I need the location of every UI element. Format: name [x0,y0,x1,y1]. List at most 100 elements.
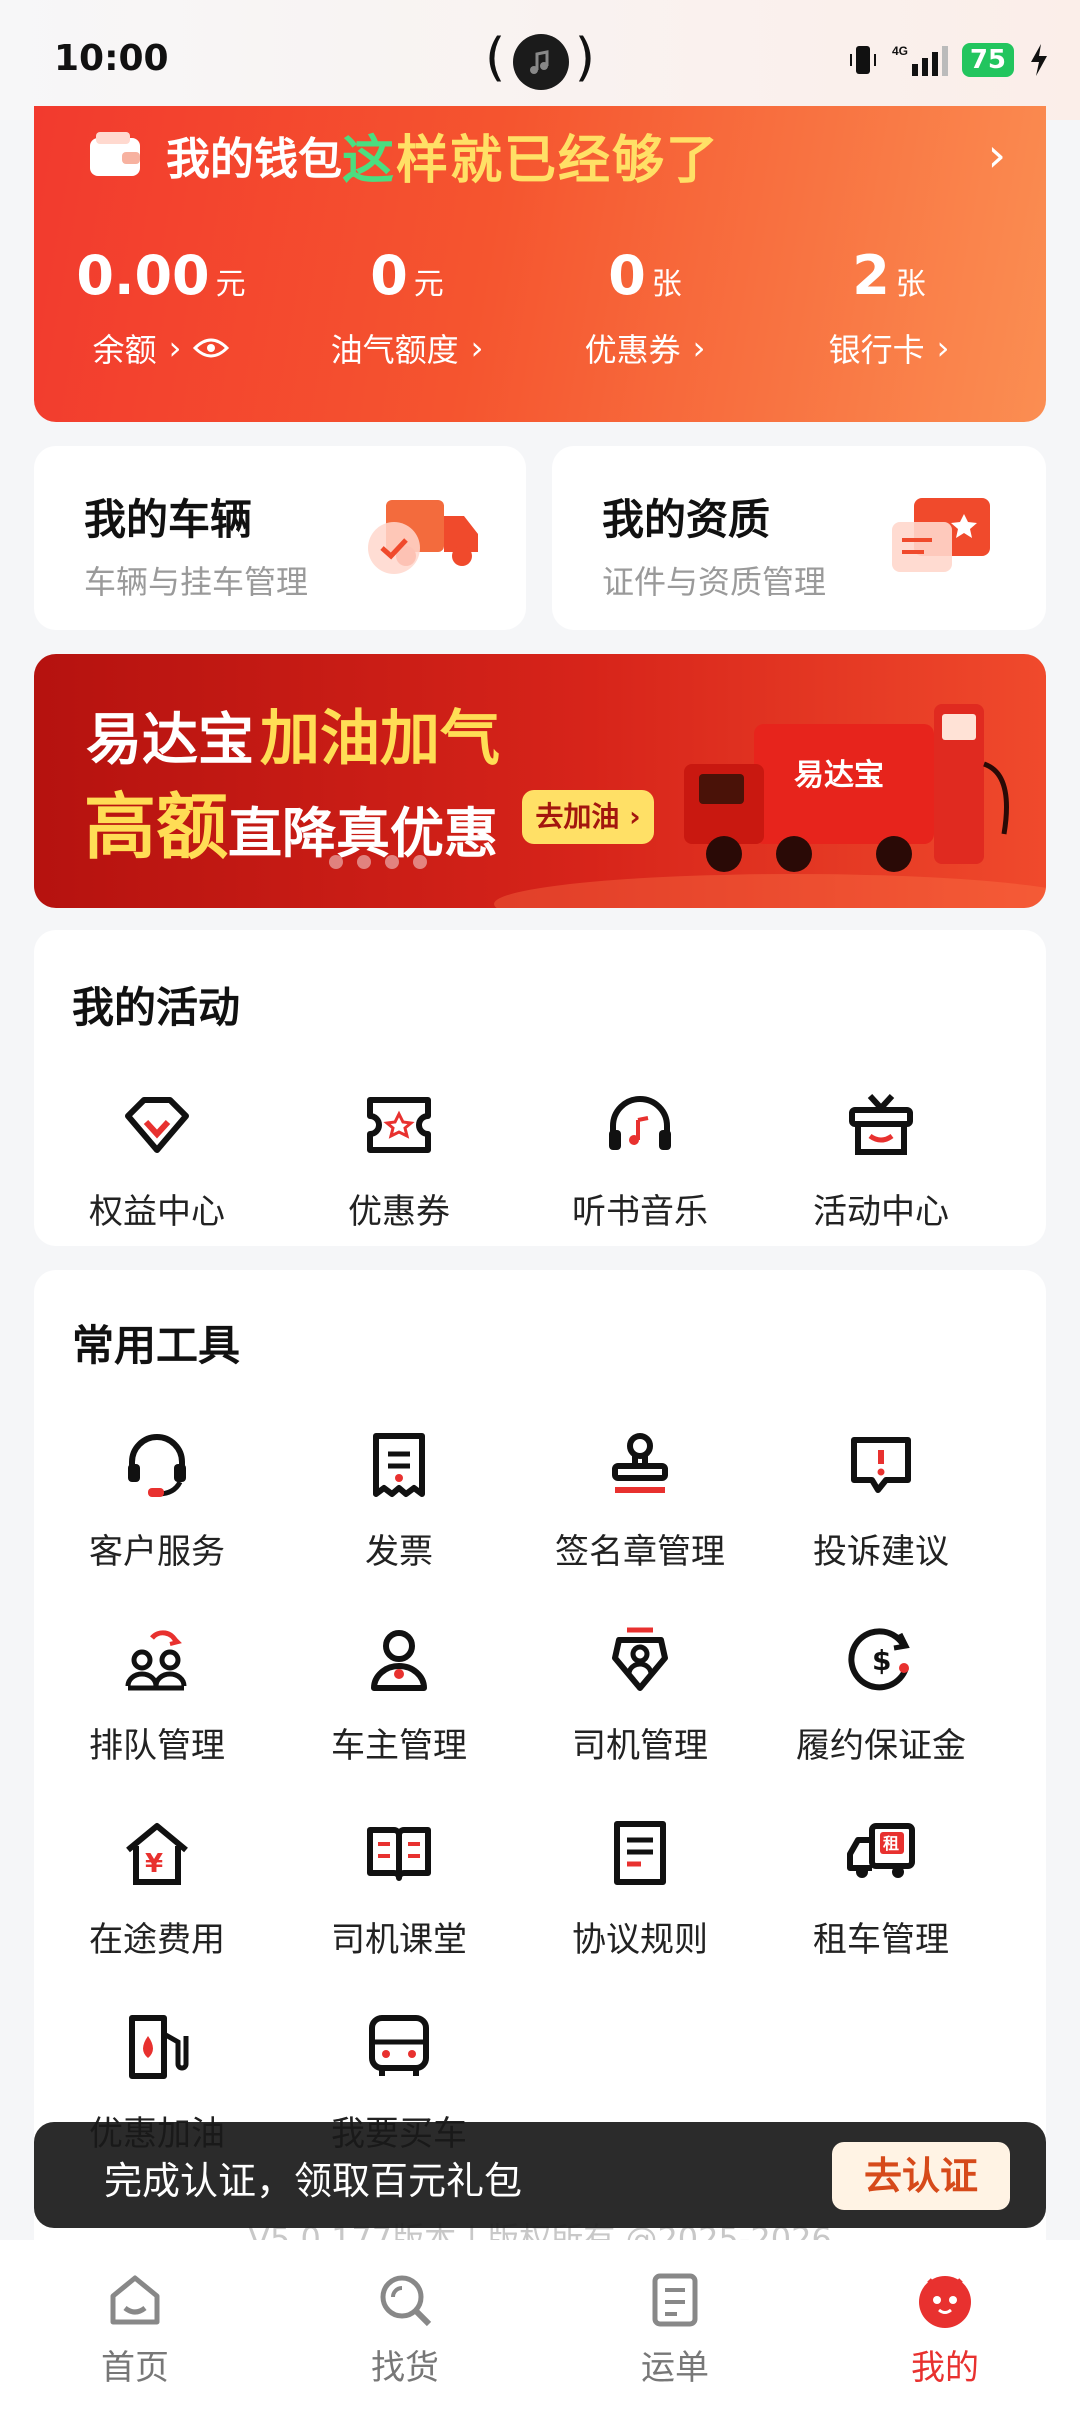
waybill-icon [652,2273,698,2327]
charging-icon [1031,44,1047,76]
tool-label: 车主管理 [331,1726,467,1766]
wallet-header[interactable]: 我的钱包 这样就已经够了 [88,120,721,191]
tool-label: 发票 [365,1532,433,1572]
my-qualifications-title: 我的资质 [602,495,771,544]
my-vehicles-card[interactable]: 我的车辆 车辆与挂车管理 [34,446,526,630]
tool-driver-classroom[interactable]: 司机课堂 [279,1818,519,1961]
tab-home[interactable]: 首页 [35,2270,235,2389]
balance-label: 余额 [92,331,157,369]
wallet-stat-fuel-credit[interactable]: 0元 油气额度 › [292,244,522,371]
headphones-icon [609,1096,671,1150]
tool-performance-deposit[interactable]: $ 履约保证金 [761,1624,1001,1767]
stamp-icon [612,1433,668,1493]
coupon-icon [367,1097,431,1153]
wallet-slogan-rest: 样就已经够了 [396,130,721,191]
dynamic-island: ( ) [485,28,595,92]
home-icon [110,2275,160,2325]
battery-indicator: 75 [961,43,1014,77]
go-refuel-button[interactable]: 去加油 › [522,790,654,844]
gift-icon [849,1093,913,1155]
tool-owner-management[interactable]: 车主管理 [279,1624,519,1767]
island-bracket-left: ( [485,28,506,88]
coupons-label: 优惠券 [584,331,681,369]
customer-service-icon [128,1434,186,1497]
balance-value: 0.00 [76,244,210,307]
banner-truck-brand: 易达宝 [794,758,884,793]
expense-icon: ¥ [126,1823,188,1885]
tab-waybill[interactable]: 运单 [575,2270,775,2389]
fuel-credit-unit: 元 [413,267,444,302]
status-bar: 10:00 ( ) 4G 75 [0,0,1080,120]
my-vehicles-title: 我的车辆 [84,495,253,544]
chevron-right-icon: › [168,329,182,367]
tool-label: 司机课堂 [331,1920,467,1960]
tool-invoice[interactable]: 发票 [279,1430,519,1573]
tool-agreement-rules[interactable]: 协议规则 [520,1818,760,1961]
my-activities-section: 我的活动 权益中心 优惠券 听书音乐 活动中心 [34,930,1046,1246]
chevron-right-icon[interactable]: › [988,128,1006,182]
rental-truck-icon: 租 [847,1823,915,1878]
bank-cards-label: 银行卡 [828,331,925,369]
tools-title: 常用工具 [72,1321,241,1370]
driver-icon [612,1627,668,1691]
banner-line2: 高额直降真优惠 [84,768,498,873]
eye-icon[interactable] [193,336,230,360]
wallet-stat-bank-cards[interactable]: 2张 银行卡 › [774,244,1004,371]
banner-big-text: 高额 [84,785,229,869]
chevron-right-icon: › [692,329,706,367]
svg-text:租: 租 [883,1834,899,1853]
tab-find-cargo[interactable]: 找货 [305,2270,505,2389]
activity-events-center[interactable]: 活动中心 [761,1090,1001,1233]
tool-queue-management[interactable]: 排队管理 [37,1624,277,1767]
coupons-unit: 张 [651,267,682,302]
activity-audiobooks-music[interactable]: 听书音乐 [520,1090,760,1233]
toast-message: 完成认证，领取百元礼包 [104,2159,523,2203]
tool-in-transit-expenses[interactable]: ¥ 在途费用 [37,1818,277,1961]
my-qualifications-subtitle: 证件与资质管理 [602,563,827,601]
wallet-icon [90,132,140,176]
my-vehicles-subtitle: 车辆与挂车管理 [84,563,309,601]
coupons-value: 0 [608,244,646,307]
tool-rental-management[interactable]: 租 租车管理 [761,1818,1001,1961]
svg-text:$: $ [872,1644,891,1677]
status-time: 10:00 [54,38,169,79]
tab-mine[interactable]: 我的 [845,2270,1045,2389]
tool-signature-stamp[interactable]: 签名章管理 [520,1430,760,1573]
wallet-stat-balance[interactable]: 0.00 元 余额 › [46,244,276,371]
banner-headline: 加油加气 [260,704,500,774]
banner-brand: 易达宝 [86,708,254,773]
activity-coupons[interactable]: 优惠券 [279,1090,519,1233]
my-qualifications-card[interactable]: 我的资质 证件与资质管理 [552,446,1046,630]
wallet-card[interactable]: 我的钱包 这样就已经够了 › 0.00 元 余额 › 0元 油气额度 › 0张 优惠券… [34,106,1046,422]
wallet-title: 我的钱包 [166,134,342,185]
tool-driver-management[interactable]: 司机管理 [520,1624,760,1767]
tab-home-label: 首页 [101,2348,169,2388]
activity-label: 权益中心 [89,1192,225,1232]
tool-label: 签名章管理 [555,1532,725,1572]
activity-label: 活动中心 [813,1192,949,1232]
tool-label: 司机管理 [572,1726,708,1766]
verify-button[interactable]: 去认证 [832,2142,1010,2210]
certificate-icon [892,498,990,572]
activity-benefits-center[interactable]: 权益中心 [37,1090,277,1233]
book-icon [367,1827,431,1881]
chevron-right-icon: › [936,329,950,367]
fuel-promo-banner[interactable]: 易达宝 加油加气 高额直降真优惠 去加油 › 易达宝 [34,654,1046,908]
delivery-truck-icon [368,500,478,574]
banner-line1: 易达宝 加油加气 [86,690,500,777]
owner-icon [371,1630,427,1691]
complaint-icon [851,1437,911,1493]
wallet-stat-coupons[interactable]: 0张 优惠券 › [530,244,760,371]
activity-label: 听书音乐 [572,1192,708,1232]
chevron-right-icon: › [470,329,484,367]
tool-label: 投诉建议 [813,1532,949,1572]
tool-complaints[interactable]: 投诉建议 [761,1430,1001,1573]
tab-waybill-label: 运单 [641,2348,709,2388]
deposit-icon: $ [848,1628,910,1691]
bottom-tab-bar: 首页 找货 运单 我的 [0,2240,1080,2412]
activities-title: 我的活动 [72,983,241,1032]
queue-icon [125,1630,187,1691]
tool-customer-service[interactable]: 客户服务 [37,1430,277,1573]
diamond-icon [125,1097,189,1153]
island-bracket-right: ) [574,28,595,88]
